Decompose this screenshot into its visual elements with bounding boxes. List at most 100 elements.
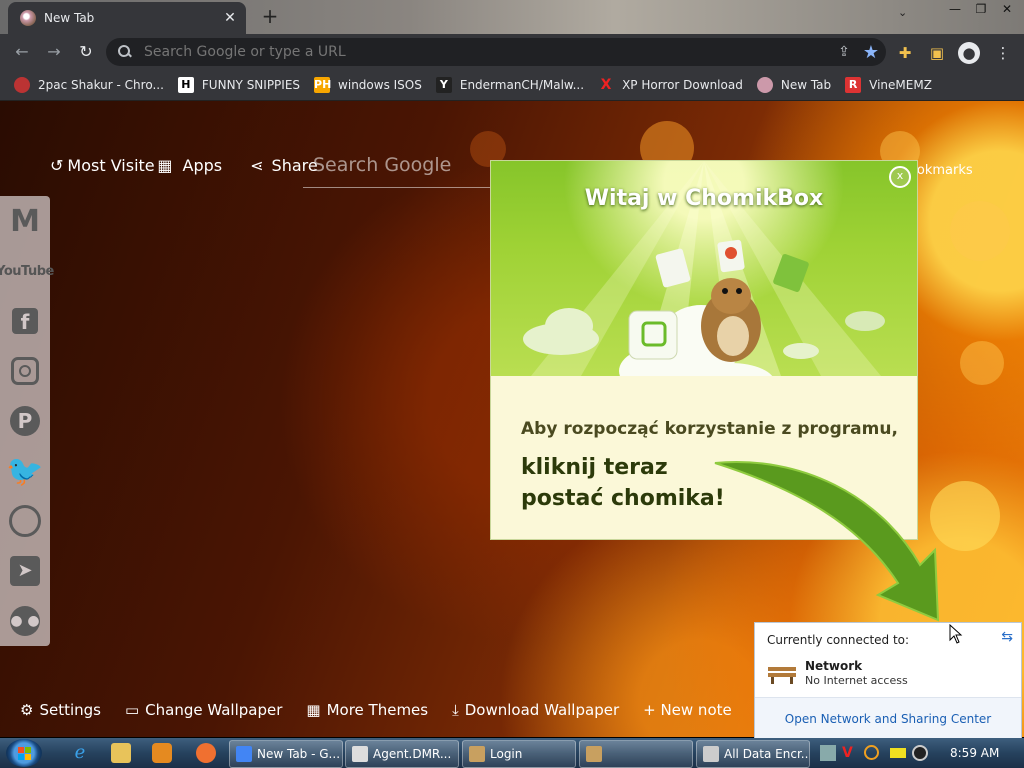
search-tray-icon[interactable] xyxy=(864,745,879,760)
download-icon: ⤓ xyxy=(452,701,459,719)
pinterest-icon[interactable]: P xyxy=(0,401,50,441)
taskbar-app-icon xyxy=(236,746,252,762)
network-name: Network xyxy=(805,659,863,673)
bookmark-item[interactable]: PH windows ISOS xyxy=(314,73,422,97)
omnibox-input[interactable] xyxy=(142,43,832,61)
tab-close-icon[interactable]: ✕ xyxy=(220,10,240,26)
taskbar-button-label: All Data Encr... xyxy=(724,747,810,761)
new-note-link[interactable]: + New note xyxy=(643,701,732,719)
new-tab-button[interactable]: + xyxy=(258,5,282,29)
more-themes-link[interactable]: ▦ More Themes xyxy=(306,701,428,719)
tray-app-icon[interactable] xyxy=(820,745,836,761)
side-panel-icon[interactable]: ▣ xyxy=(926,42,948,64)
gmail-icon[interactable]: M xyxy=(0,201,50,241)
taskbar-button[interactable]: Login xyxy=(462,740,576,768)
browser-toolbar: ← → ↻ ⇪ ★ ✚ ▣ ● ⋮ xyxy=(0,34,1024,70)
app-launcher-icon[interactable] xyxy=(196,743,216,763)
media-player-icon[interactable] xyxy=(152,743,172,763)
settings-label: Settings xyxy=(39,701,101,719)
youtube-icon[interactable]: YouTube xyxy=(0,251,54,291)
refresh-icon[interactable]: ⇆ xyxy=(1001,629,1013,645)
forward-icon[interactable]: → xyxy=(44,42,64,62)
bookmark-item[interactable]: New Tab xyxy=(756,73,831,97)
taskbar-button-label: Login xyxy=(490,747,523,761)
share-icon[interactable]: ⇪ xyxy=(832,44,856,60)
green-arrow-icon xyxy=(714,461,940,622)
tab-search-icon[interactable]: ⌄ xyxy=(898,6,914,22)
bookmark-favicon-icon: PH xyxy=(314,77,332,93)
taskbar-button[interactable]: New Tab - G... xyxy=(229,740,343,768)
apps-link[interactable]: ▦ Apps xyxy=(157,156,222,175)
internet-explorer-icon[interactable]: ℯ xyxy=(70,743,90,763)
most-visited-label: Most Visited xyxy=(67,156,156,175)
network-status-popup: Currently connected to: ⇆ Network No Int… xyxy=(754,622,1022,740)
download-wallpaper-link[interactable]: ⤓ Download Wallpaper xyxy=(452,701,619,719)
taskbar-button[interactable]: All Data Encr... xyxy=(696,740,810,768)
bookmark-label: FUNNY SNIPPIES xyxy=(201,78,301,92)
battery-tray-icon[interactable] xyxy=(890,748,906,758)
reddit-icon[interactable]: ● ● xyxy=(0,601,50,641)
twitter-icon[interactable]: 🐦 xyxy=(0,451,50,491)
settings-link[interactable]: ⚙ Settings xyxy=(20,701,101,719)
bookmark-favicon-icon xyxy=(14,77,30,93)
bookmark-item[interactable]: X XP Horror Download xyxy=(598,73,743,97)
mouse-cursor-icon xyxy=(949,624,963,644)
bokeh-light xyxy=(950,201,1010,261)
taskbar-app-icon xyxy=(703,746,719,762)
open-network-center-link[interactable]: Open Network and Sharing Center xyxy=(755,712,1021,726)
grid-icon: ▦ xyxy=(306,701,321,719)
tab-new-tab[interactable]: New Tab ✕ xyxy=(8,2,246,34)
change-wallpaper-link[interactable]: ▭ Change Wallpaper xyxy=(125,701,282,719)
telegram-icon[interactable]: ➤ xyxy=(0,551,50,591)
bokeh-light xyxy=(960,341,1004,385)
network-tray-icon[interactable] xyxy=(912,745,928,761)
bookmark-item[interactable]: Y EndermanCH/Malw... xyxy=(435,73,585,97)
minimize-icon[interactable]: — xyxy=(944,0,966,18)
bookmark-label: VineMEMZ xyxy=(869,78,932,92)
taskbar-button[interactable] xyxy=(579,740,693,768)
most-visited-link[interactable]: ↺ Most Visited xyxy=(50,156,155,175)
taskbar-clock[interactable]: 8:59 AM xyxy=(950,746,999,760)
bookmark-item[interactable]: H FUNNY SNIPPIES xyxy=(177,73,301,97)
new-note-label: + New note xyxy=(643,701,732,719)
chomikbox-instruction-line1: Aby rozpocząć korzystanie z programu, xyxy=(521,419,898,439)
share-icon: ⋖ xyxy=(250,156,264,175)
taskbar-button[interactable]: Agent.DMR... xyxy=(345,740,459,768)
download-wallpaper-label: Download Wallpaper xyxy=(464,701,620,719)
image-icon: ▭ xyxy=(124,701,140,719)
bookmark-label: EndermanCH/Malw... xyxy=(459,78,585,92)
menu-icon[interactable]: ⋮ xyxy=(992,42,1014,64)
file-explorer-icon[interactable] xyxy=(111,743,131,763)
ntp-top-links: ↺ Most Visited ▦ Apps ⋖ Share xyxy=(50,156,318,175)
instagram-icon[interactable] xyxy=(0,351,50,391)
back-icon[interactable]: ← xyxy=(12,42,32,62)
bookmark-item[interactable]: R VineMEMZ xyxy=(845,73,932,97)
restore-icon[interactable]: ❐ xyxy=(970,0,992,18)
start-button[interactable] xyxy=(6,739,42,767)
chrome-favicon-icon xyxy=(20,10,36,26)
chomikbox-close-button[interactable]: x xyxy=(889,166,911,188)
ntp-bottom-links: ⚙ Settings ▭ Change Wallpaper ▦ More Themes… xyxy=(20,701,756,719)
bookmark-item[interactable]: 2pac Shakur - Chro... xyxy=(14,73,164,97)
bookmark-favicon-icon: R xyxy=(845,77,862,93)
profile-avatar-icon[interactable]: ● xyxy=(958,42,980,64)
network-popup-header: Currently connected to: xyxy=(767,633,910,647)
facebook-icon[interactable]: f xyxy=(0,301,50,341)
chomikbox-banner: Witaj w ChomikBox x xyxy=(491,161,917,376)
omnibox[interactable]: ⇪ ★ xyxy=(106,38,886,66)
antivirus-tray-icon[interactable]: V xyxy=(842,745,858,761)
tab-title: New Tab xyxy=(44,11,95,25)
bookmark-star-icon[interactable]: ★ xyxy=(856,42,886,63)
whatsapp-icon[interactable] xyxy=(0,501,50,541)
reload-icon[interactable]: ↻ xyxy=(76,42,96,62)
window-controls: — ❐ ✕ xyxy=(944,0,1018,18)
tab-strip: New Tab ✕ + ⌄ — ❐ ✕ xyxy=(0,0,1024,34)
youtube-label: YouTube xyxy=(0,263,54,279)
more-themes-label: More Themes xyxy=(326,701,429,719)
extensions-icon[interactable]: ✚ xyxy=(894,42,916,64)
windows-taskbar: ℯ New Tab - G... Agent.DMR... Login All Dat… xyxy=(0,738,1024,768)
social-sidebar: M YouTube f P 🐦 ➤ ● ● xyxy=(0,196,54,646)
close-window-icon[interactable]: ✕ xyxy=(996,0,1018,18)
change-wallpaper-label: Change Wallpaper xyxy=(145,701,283,719)
chomikbox-title: Witaj w ChomikBox xyxy=(584,186,824,211)
